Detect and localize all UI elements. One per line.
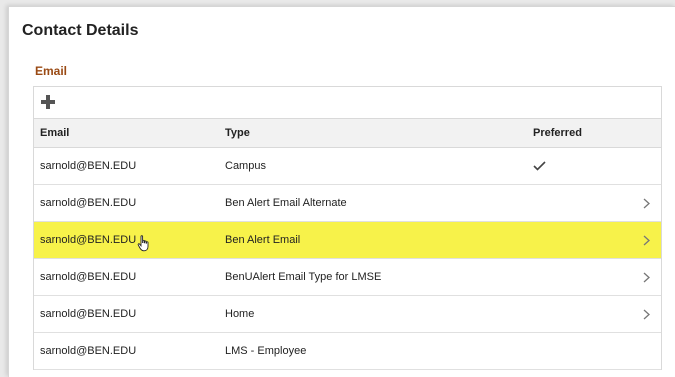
- column-header-email[interactable]: Email: [34, 127, 225, 139]
- chevron-right-icon[interactable]: [643, 235, 650, 246]
- hand-pointer-icon: [137, 235, 151, 255]
- row-type: Home: [225, 308, 255, 320]
- email-section-title: Email: [35, 64, 68, 78]
- grid-header: Email Type Preferred: [34, 119, 661, 148]
- plus-icon: [41, 95, 55, 109]
- table-row[interactable]: sarnold@BEN.EDU BenUAlert Email Type for…: [34, 259, 661, 296]
- table-row[interactable]: sarnold@BEN.EDU Ben Alert Email Alternat…: [34, 185, 661, 222]
- checkmark-icon: [533, 161, 643, 171]
- row-email: sarnold@BEN.EDU: [40, 308, 137, 320]
- email-grid: Email Type Preferred sarnold@BEN.EDU Cam…: [33, 86, 662, 370]
- row-type: Campus: [225, 160, 266, 172]
- row-email: sarnold@BEN.EDU: [40, 345, 137, 357]
- row-email: sarnold@BEN.EDU: [40, 160, 137, 172]
- row-type: Ben Alert Email Alternate: [225, 197, 347, 209]
- add-email-button[interactable]: [36, 90, 60, 114]
- row-email: sarnold@BEN.EDU: [40, 197, 137, 209]
- row-type: LMS - Employee: [225, 345, 307, 357]
- table-row[interactable]: sarnold@BEN.EDU Ben Alert Email: [34, 222, 661, 259]
- column-header-type[interactable]: Type: [225, 127, 533, 139]
- table-row[interactable]: sarnold@BEN.EDU LMS - Employee: [34, 333, 661, 370]
- row-email: sarnold@BEN.EDU: [40, 234, 137, 246]
- row-type: Ben Alert Email: [225, 234, 301, 246]
- table-row[interactable]: sarnold@BEN.EDU Campus: [34, 148, 661, 185]
- grid-toolbar: [34, 87, 661, 119]
- column-header-preferred[interactable]: Preferred: [533, 127, 643, 139]
- chevron-right-icon[interactable]: [643, 309, 650, 320]
- row-email: sarnold@BEN.EDU: [40, 271, 137, 283]
- page-title: Contact Details: [22, 22, 139, 39]
- table-row[interactable]: sarnold@BEN.EDU Home: [34, 296, 661, 333]
- row-type: BenUAlert Email Type for LMSE: [225, 271, 382, 283]
- chevron-right-icon[interactable]: [643, 272, 650, 283]
- chevron-right-icon[interactable]: [643, 198, 650, 209]
